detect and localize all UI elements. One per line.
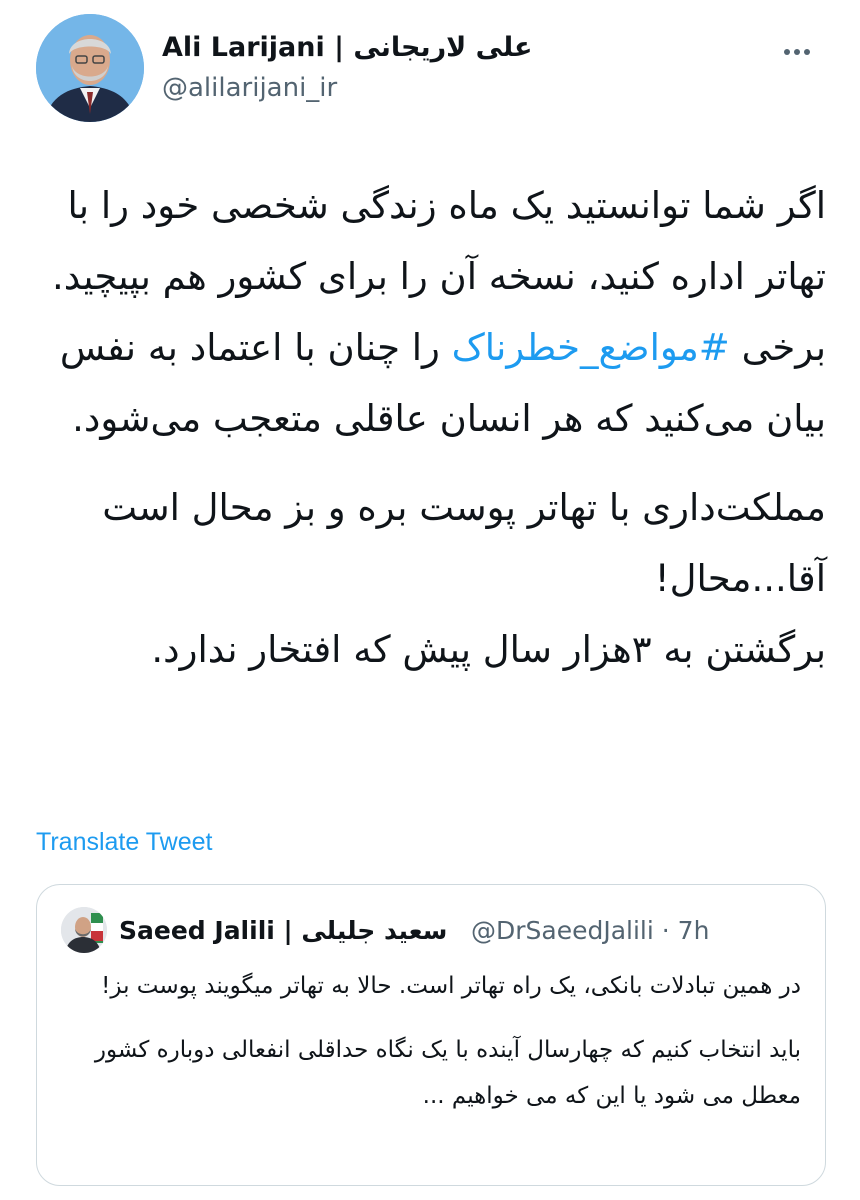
- author-names: Ali Larijani | علی لاریجانی @alilarijani…: [162, 30, 532, 108]
- ellipsis-dot: [794, 49, 800, 55]
- quoted-author-handle-time: @DrSaeedJalili · 7h: [471, 916, 710, 945]
- ellipsis-dot: [804, 49, 810, 55]
- author-avatar[interactable]: [36, 14, 144, 122]
- quoted-tweet-text: در همین تبادلات بانکی، یک راه تهاتر است.…: [61, 963, 801, 1119]
- tweet-paragraph: برخی #مواضع_خطرناک را چنان با اعتماد به …: [36, 312, 826, 454]
- hashtag-link[interactable]: #مواضع_خطرناک: [452, 326, 730, 369]
- quoted-author-avatar: [61, 907, 107, 953]
- user-photo-icon: [36, 14, 144, 122]
- tweet-text-segment: برخی: [729, 326, 826, 369]
- translate-tweet-link[interactable]: Translate Tweet: [36, 828, 212, 857]
- user-photo-icon: [61, 907, 107, 953]
- tweet-text: اگر شما توانستید یک ماه زندگی شخصی خود ر…: [36, 170, 826, 685]
- quoted-paragraph: در همین تبادلات بانکی، یک راه تهاتر است.…: [101, 973, 801, 999]
- author-handle[interactable]: @alilarijani_ir: [162, 68, 532, 108]
- quoted-author-name: Saeed Jalili | سعید جلیلی: [119, 916, 448, 945]
- ellipsis-icon: [784, 49, 790, 55]
- tweet-paragraph: مملکت‌داری با تهاتر پوست بره و بز محال ا…: [102, 486, 826, 600]
- more-options-button[interactable]: [782, 40, 822, 64]
- quoted-tweet-card[interactable]: Saeed Jalili | سعید جلیلی @DrSaeedJalili…: [36, 884, 826, 1186]
- quoted-tweet-header: Saeed Jalili | سعید جلیلی @DrSaeedJalili…: [61, 907, 801, 953]
- tweet-paragraph: اگر شما توانستید یک ماه زندگی شخصی خود ر…: [52, 184, 826, 298]
- tweet-header: Ali Larijani | علی لاریجانی @alilarijani…: [36, 14, 826, 126]
- tweet-paragraph: برگشتن به ۳هزار سال پیش که افتخار ندارد.: [151, 628, 826, 671]
- quoted-paragraph: باید انتخاب کنیم که چهارسال آینده با یک …: [94, 1037, 801, 1109]
- author-display-name[interactable]: Ali Larijani | علی لاریجانی: [162, 30, 532, 66]
